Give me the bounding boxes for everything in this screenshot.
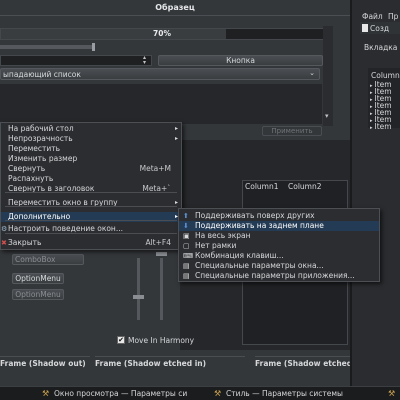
context-menu-item[interactable]: Закрыть Alt+F4 ✖ [1, 238, 181, 248]
context-menu-item[interactable]: Переместить [1, 144, 181, 154]
submenu-item[interactable]: ▤ Специальные параметры окна... [179, 261, 379, 271]
submenu-item[interactable]: ▢ Нет рамки [179, 241, 379, 251]
submenu-item-label: На весь экран [195, 231, 251, 240]
frame-shadow-out: Frame (Shadow out) [0, 356, 90, 386]
slider-handle-1[interactable] [133, 295, 144, 299]
context-menu-item-label: Непрозрачность [8, 134, 73, 143]
create-label: Созд [370, 24, 389, 33]
context-menu-item-label: Распахнуть [8, 174, 54, 183]
taskbar-task-2[interactable]: ⚒ Стиль — Параметры системы [212, 388, 382, 400]
progress-text: 70% [153, 29, 171, 38]
submenu-item[interactable]: ⬇ Поддерживать на заднем плане [179, 221, 379, 231]
tree-column-header[interactable]: Column [371, 71, 400, 80]
context-menu-item[interactable]: Свернуть Meta+M [1, 164, 181, 174]
title-divider [0, 15, 350, 16]
context-menu-item-label: Переместить [8, 144, 61, 153]
vertical-slider-2[interactable] [160, 258, 163, 320]
submenu-item[interactable]: ⬆ Поддерживать поверх других [179, 211, 379, 221]
window-settings-icon: ▤ [183, 262, 190, 270]
context-menu-item[interactable]: Распахнуть [1, 174, 181, 184]
taskbar-task-1[interactable]: ⚒ Окно просмотра — Параметры си [40, 388, 200, 400]
menu-edit[interactable]: Пр [388, 12, 398, 21]
menu-separator [5, 220, 177, 221]
app-icon: ⚒ [42, 389, 50, 398]
combo-box[interactable]: ыпадающий список ⌄ [0, 68, 320, 80]
slider-handle-2[interactable] [156, 252, 167, 256]
taskbar: ⚒ Окно просмотра — Параметры си ⚒ Стиль … [0, 386, 400, 400]
submenu-item-label: Поддерживать на заднем плане [195, 221, 324, 230]
taskbar-task-3[interactable]: ⚒ [386, 388, 400, 400]
context-menu-item-label: Свернуть [8, 164, 46, 173]
preview-title: Образец [155, 3, 195, 12]
app-settings-icon: ▤ [183, 272, 190, 280]
scroll-area [0, 84, 322, 124]
tab-label[interactable]: Вкладка [364, 43, 397, 52]
create-button[interactable]: Созд [360, 22, 400, 34]
arrow-up-icon: ⬆ [183, 212, 189, 220]
combo-value: ыпадающий список [3, 70, 81, 79]
taskbar-task-2-label: Стиль — Параметры системы [226, 389, 343, 398]
tree-item-label: Item [374, 122, 392, 131]
close-icon: ✖ [1, 239, 7, 247]
tree-panel: Column ▸ Item ▸ Item ▸ Item ▸ Item ▸ Item ▸ Item ▸ It… [368, 68, 400, 131]
right-window: Файл Пр Созд Вкладка Column ▸ Item ▸ Item ▸ I… [350, 0, 400, 386]
spin-arrows-icon[interactable]: ▴ ▾ [143, 55, 151, 66]
context-menu-item-shortcut: Alt+F4 [145, 238, 171, 247]
move-in-harmony-checkbox[interactable]: ✔ [117, 336, 125, 344]
tree-item[interactable]: ▸ Item [370, 122, 392, 131]
submenu-item-label: Нет рамки [195, 241, 237, 250]
document-icon [362, 24, 368, 32]
submenu-arrow-icon: ▸ [174, 125, 178, 132]
slider-handle[interactable] [92, 43, 95, 51]
spin-box[interactable] [0, 55, 152, 66]
app-icon: ⚒ [214, 389, 222, 398]
context-menu-item-label: На рабочий стол [8, 124, 74, 133]
frame-label-2: Frame (Shadow etched in) [95, 359, 207, 368]
fullscreen-icon: ▣ [183, 232, 190, 240]
optionmenu-widget-1[interactable]: OptionMenu [12, 273, 64, 284]
submenu-item[interactable]: ⌨ Комбинация клавиш... [179, 251, 379, 261]
menu-separator [5, 233, 177, 234]
keyboard-icon: ⌨ [183, 252, 194, 260]
submenu-arrow-icon: ▸ [174, 135, 178, 142]
window-context-menu: На рабочий стол ▸ Непрозрачность ▸ Перемести… [0, 122, 182, 250]
column-header-1[interactable]: Column1 [245, 182, 279, 191]
context-menu-item[interactable]: Изменить размер [1, 154, 181, 164]
frame-etched-out: Frame (Shadow etched out) [255, 356, 372, 386]
submenu-item[interactable]: ▤ Специальные параметры приложения... [179, 271, 379, 281]
optionmenu-widget-2[interactable]: OptionMenu [12, 289, 64, 300]
context-menu-item[interactable]: Непрозрачность ▸ [1, 134, 181, 144]
advanced-submenu: ⬆ Поддерживать поверх других ⬇ Поддерживать… [178, 208, 380, 282]
vertical-scrollbar[interactable] [323, 26, 333, 126]
submenu-item-label: Комбинация клавиш... [195, 251, 284, 260]
taskbar-task-1-label: Окно просмотра — Параметры си [54, 389, 188, 398]
menu-separator [5, 192, 177, 193]
column-header-2[interactable]: Column2 [288, 182, 322, 191]
menu-file[interactable]: Файл [362, 12, 383, 21]
chevron-down-icon: ⌄ [309, 69, 315, 77]
frame-etched-in: Frame (Shadow etched in) [95, 356, 245, 386]
submenu-item-label: Специальные параметры приложения... [195, 271, 355, 280]
vertical-slider-1[interactable] [137, 258, 140, 320]
submenu-item-label: Специальные параметры окна... [195, 261, 324, 270]
slider-track[interactable] [0, 45, 95, 49]
context-menu-item-label: Изменить размер [8, 154, 78, 163]
submenu-item[interactable]: ▣ На весь экран [179, 231, 379, 241]
progress-bar: 70% [0, 28, 324, 40]
scrollbar-down-arrow[interactable]: ▾ [325, 112, 333, 120]
frame-label-1: Frame (Shadow out) [0, 359, 86, 368]
expand-arrow-icon[interactable]: ▸ [370, 125, 373, 131]
app-icon: ⚒ [388, 389, 396, 398]
combobox-widget[interactable]: ComboBox [12, 254, 84, 265]
checkbox-label: Move In Harmony [128, 336, 195, 345]
apply-button-disabled: Применить [262, 126, 322, 136]
arrow-down-icon: ⬇ [183, 222, 189, 230]
preview-button[interactable]: Кнопка [158, 55, 323, 66]
context-menu-item-label: Закрыть [8, 238, 42, 247]
context-menu-item[interactable]: На рабочий стол ▸ [1, 124, 181, 134]
submenu-item-label: Поддерживать поверх других [195, 211, 315, 220]
no-border-icon: ▢ [183, 242, 190, 250]
context-menu-item-shortcut: Meta+M [139, 164, 171, 173]
menu-separator [5, 206, 177, 207]
